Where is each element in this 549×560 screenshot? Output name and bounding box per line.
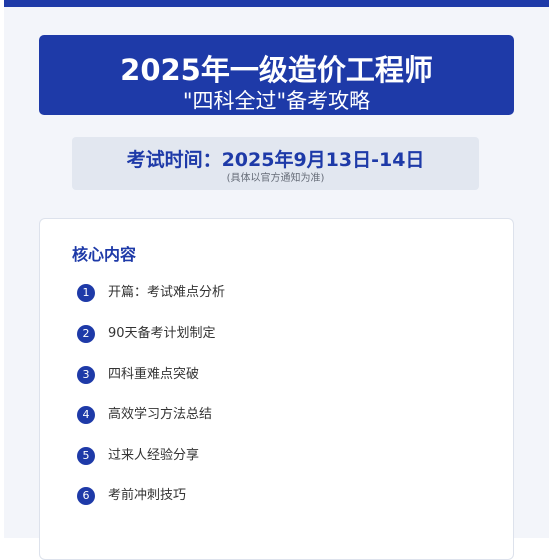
item-label: 高效学习方法总结 (108, 407, 213, 422)
page: 2025年一级造价工程师 "四科全过"备考攻略 考试时间：2025年9月13日-… (4, 0, 549, 560)
item-number-badge: 2 (77, 325, 95, 343)
exam-time: 考试时间：2025年9月13日-14日 (126, 149, 425, 171)
item-number-badge: 1 (77, 284, 95, 302)
core-content-heading: 核心内容 (72, 245, 137, 264)
exam-note: (具体以官方通知为准) (226, 173, 325, 184)
item-number-badge: 5 (77, 447, 95, 465)
page-subtitle: "四科全过"备考攻略 (182, 89, 371, 113)
item-label: 开篇：考试难点分析 (108, 285, 226, 300)
item-label: 考前冲刺技巧 (108, 488, 187, 503)
item-number-badge: 3 (77, 366, 95, 384)
top-accent-bar (4, 0, 549, 7)
exam-time-box: 考试时间：2025年9月13日-14日 (具体以官方通知为准) (72, 137, 479, 190)
item-label: 四科重难点突破 (108, 367, 200, 382)
item-number-badge: 6 (77, 487, 95, 505)
item-number-badge: 4 (77, 406, 95, 424)
item-label: 过来人经验分享 (108, 448, 200, 463)
title-banner: 2025年一级造价工程师 "四科全过"备考攻略 (39, 35, 514, 115)
core-content-card: 核心内容 1 开篇：考试难点分析 2 90天备考计划制定 3 四科重难点突破 4… (39, 218, 514, 560)
item-label: 90天备考计划制定 (108, 326, 216, 341)
page-title: 2025年一级造价工程师 (120, 53, 433, 87)
